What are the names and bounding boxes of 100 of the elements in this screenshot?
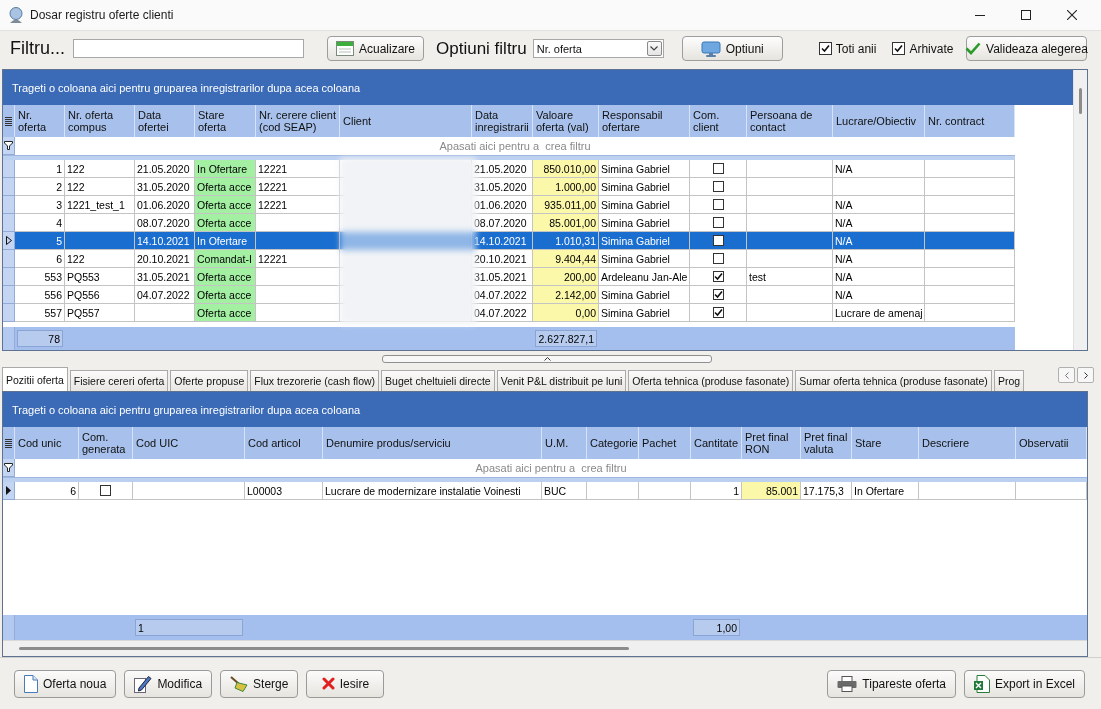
table-cell: 12221 (256, 250, 340, 268)
row-selector[interactable] (3, 232, 15, 250)
table-cell: 31.05.2020 (472, 178, 533, 196)
new-button[interactable]: Oferta noua (14, 669, 117, 698)
tab[interactable]: Oferte propuse (170, 370, 249, 391)
table-cell: Comandat-I (195, 250, 256, 268)
checkbox[interactable] (712, 235, 724, 246)
tab[interactable]: Fisiere cereri oferta (69, 370, 169, 391)
scroll-right-button[interactable] (1077, 367, 1094, 383)
summary-value: 1 (135, 619, 243, 636)
table-cell: N/A (833, 286, 925, 304)
row-selector[interactable] (3, 482, 15, 500)
table-cell: Lucrare de amenaj (833, 304, 925, 322)
document-icon (24, 674, 38, 693)
table-cell: 08.07.2020 (472, 214, 533, 232)
scroll-left-button[interactable] (1058, 367, 1075, 383)
tab[interactable]: Prog (993, 370, 1025, 391)
filter-input[interactable] (73, 39, 304, 58)
table-cell: 9.404,44 (533, 250, 599, 268)
checkbox[interactable] (712, 253, 724, 264)
table-cell: PQ557 (65, 304, 135, 322)
filter-options-label: Optiuni filtru (436, 38, 527, 59)
horizontal-scrollbar[interactable] (3, 640, 1087, 656)
checkbox-label: Arhivate (909, 41, 954, 56)
scrollbar-thumb[interactable] (1079, 88, 1082, 114)
table-cell: 12221 (256, 196, 340, 214)
table-cell: PQ553 (65, 268, 135, 286)
table-cell: 6 (15, 250, 65, 268)
filter-options-select[interactable]: Nr. oferta (532, 39, 664, 58)
delete-button[interactable]: Sterge (220, 669, 299, 698)
scrollbar-thumb[interactable] (19, 647, 629, 650)
table-cell: test (747, 268, 833, 286)
filter-row[interactable]: Apasati aici pentru a crea filtru (15, 137, 1015, 155)
edit-button[interactable]: Modifica (124, 669, 213, 698)
tab[interactable]: Venit P&L distribuit pe luni (496, 370, 627, 391)
table-cell: Oferta acce (195, 268, 256, 286)
checkbox[interactable] (712, 307, 724, 318)
table-cell: N/A (833, 160, 925, 178)
summary-value: 1,00 (693, 619, 740, 636)
footer-row-selector (3, 327, 15, 350)
row-pointer-icon (6, 486, 11, 495)
table-cell: BUC (542, 482, 587, 500)
table-cell: 85.001 (742, 482, 801, 500)
app-icon (8, 7, 24, 23)
table-cell: Simina Gabriel (599, 178, 690, 196)
table-cell: 20.10.2021 (135, 250, 195, 268)
exit-button[interactable]: Iesire (306, 669, 385, 698)
tab[interactable]: Buget cheltuieli directe (381, 370, 495, 391)
export-button[interactable]: Export in Excel (963, 669, 1085, 698)
table-cell: Oferta acce (195, 178, 256, 196)
table-cell: 21.05.2020 (135, 160, 195, 178)
validate-button[interactable]: Valideaza alegerea (966, 36, 1087, 61)
checkbox[interactable] (100, 485, 111, 496)
refresh-button[interactable]: Acualizare (327, 36, 424, 61)
monitor-icon (700, 40, 721, 57)
checkbox[interactable] (712, 181, 724, 192)
table-cell: 04.07.2022 (472, 286, 533, 304)
splitter-handle[interactable] (382, 354, 712, 363)
checkbox[interactable] (892, 42, 906, 55)
vertical-scrollbar[interactable] (1073, 70, 1087, 350)
checkbox[interactable] (712, 289, 724, 300)
table-cell: 200,00 (533, 268, 599, 286)
filter-label: Filtru... (10, 38, 65, 59)
table-cell: 2.142,00 (533, 286, 599, 304)
tab[interactable]: Sumar oferta tehnica (produse fasonate) (795, 370, 992, 391)
window-title: Dosar registru oferte clienti (30, 8, 174, 22)
print-button[interactable]: Tipareste oferta (827, 669, 956, 698)
checkbox[interactable] (712, 199, 724, 210)
table-cell: 4 (15, 214, 65, 232)
checkbox[interactable] (818, 42, 832, 55)
filter-row[interactable]: Apasati aici pentru a crea filtru (15, 459, 1087, 477)
printer-icon (837, 675, 858, 692)
table-cell: Simina Gabriel (599, 286, 690, 304)
table-row[interactable]: 6 L00003 Lucrare de modernizare instalatie Voinesti BUC 1 85.001 17.175,3 In Ofertare (3, 482, 1087, 500)
checkbox[interactable] (712, 163, 724, 174)
table-cell: 0,00 (533, 304, 599, 322)
summary-value: 78 (17, 330, 63, 347)
table-cell: 553 (15, 268, 65, 286)
table-cell: 20.10.2021 (472, 250, 533, 268)
row-pointer-icon (5, 236, 12, 245)
chevron-up-icon (543, 356, 551, 361)
checkbox[interactable] (712, 271, 724, 282)
options-button[interactable]: Optiuni (681, 36, 783, 61)
table-cell: PQ556 (65, 286, 135, 304)
table-cell: Oferta acce (195, 286, 256, 304)
chevron-down-icon (650, 46, 659, 51)
table-cell: 31.05.2020 (135, 178, 195, 196)
table-cell: 85.001,00 (533, 214, 599, 232)
table-cell: N/A (833, 214, 925, 232)
tab[interactable]: Oferta tehnica (produse fasonate) (628, 370, 794, 391)
table-cell: 17.175,3 (801, 482, 852, 500)
spreadsheet-icon (973, 674, 990, 693)
table-cell: 31.05.2021 (135, 268, 195, 286)
footer-row-selector (3, 615, 15, 640)
checkbox[interactable] (712, 217, 724, 228)
chevron-right-icon (1083, 371, 1088, 379)
tab[interactable]: Flux trezorerie (cash flow) (250, 370, 380, 391)
table-cell: Oferta acce (195, 214, 256, 232)
tab[interactable]: Pozitii oferta (2, 367, 68, 391)
pencil-icon (134, 674, 153, 693)
